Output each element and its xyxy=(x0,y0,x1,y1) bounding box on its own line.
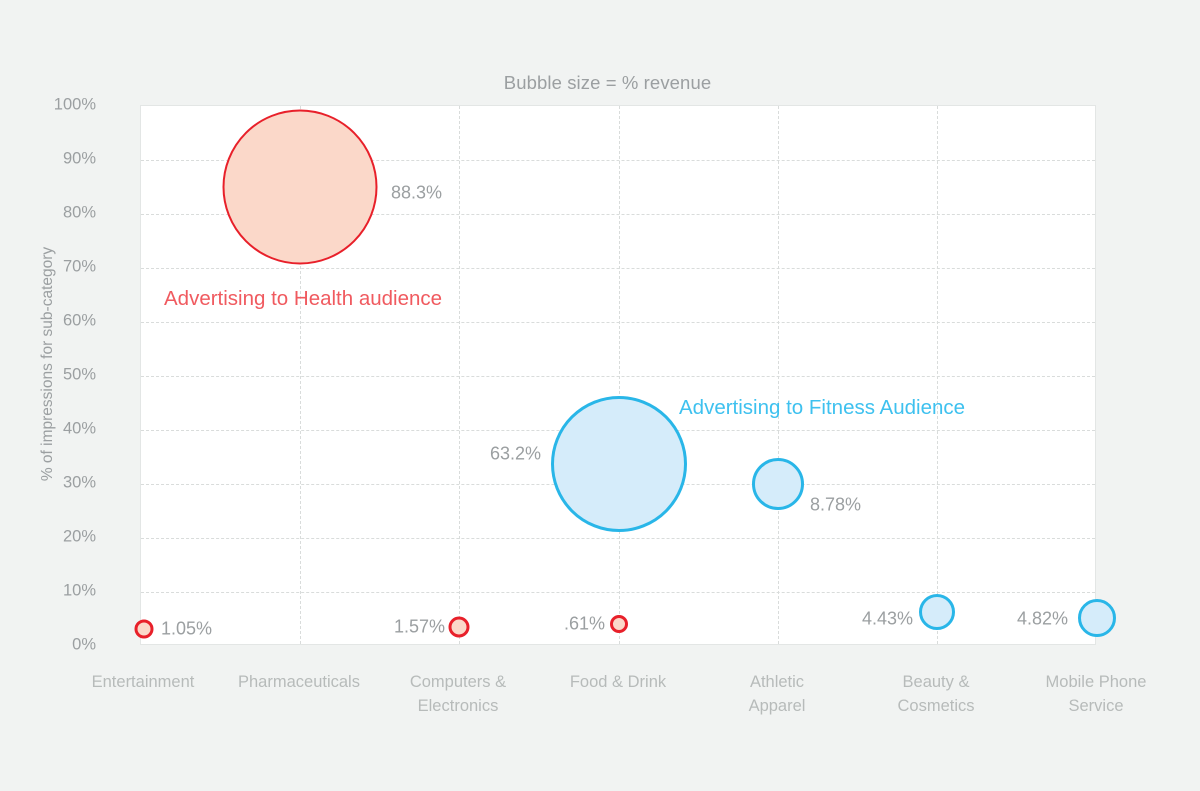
bubble-label-food-drink-small: .61% xyxy=(563,613,605,634)
bubble-athletic-apparel[interactable] xyxy=(752,458,804,510)
gridline-v-computers xyxy=(459,106,460,644)
y-tick-10: 10% xyxy=(62,581,96,600)
y-tick-30: 30% xyxy=(62,473,96,492)
y-tick-50: 50% xyxy=(62,365,96,384)
gridline-h-10 xyxy=(141,592,1095,593)
bubble-computers-electronics[interactable] xyxy=(448,616,470,638)
plot-area: 1.05% 88.3% 1.57% .61% 63.2% 8.78% 4.43%… xyxy=(134,105,1116,645)
y-tick-70: 70% xyxy=(62,257,96,276)
bubble-entertainment[interactable] xyxy=(134,619,154,639)
bubble-beauty-cosmetics[interactable] xyxy=(919,594,955,630)
bubble-label-food-drink-large: 63.2% xyxy=(489,443,541,464)
gridline-h-60 xyxy=(141,322,1095,323)
chart-title: Bubble size = % revenue xyxy=(503,72,712,93)
gridline-h-70 xyxy=(141,268,1095,269)
y-tick-80: 80% xyxy=(62,203,96,222)
bubble-label-entertainment: 1.05% xyxy=(161,618,213,639)
bubble-label-computers-electronics: 1.57% xyxy=(393,616,445,637)
gridline-h-50 xyxy=(141,376,1095,377)
y-tick-100: 100% xyxy=(53,95,96,114)
gridline-v-beauty xyxy=(937,106,938,644)
bubble-chart: Bubble size = % revenue % of impressions… xyxy=(0,0,1200,791)
y-tick-20: 20% xyxy=(62,527,96,546)
annotation-health-audience: Advertising to Health audience xyxy=(164,287,443,310)
y-tick-40: 40% xyxy=(62,419,96,438)
bubble-label-mobile-phone-service: 4.82% xyxy=(1016,608,1068,629)
bubble-food-drink-large[interactable] xyxy=(551,396,687,532)
gridline-v-food xyxy=(619,106,620,644)
bubble-label-beauty-cosmetics: 4.43% xyxy=(861,608,913,629)
x-tick-mobile-phone-service: Mobile Phone Service xyxy=(1001,670,1191,718)
gridline-v-athletic xyxy=(778,106,779,644)
x-tick-mobile-phone-service-line2: Service xyxy=(1068,697,1124,715)
bubble-pharmaceuticals[interactable] xyxy=(222,109,378,265)
y-tick-90: 90% xyxy=(62,149,96,168)
bubble-mobile-phone-service[interactable] xyxy=(1078,599,1116,637)
x-tick-computers-electronics-line2: Electronics xyxy=(417,697,499,715)
bubble-label-athletic-apparel: 8.78% xyxy=(810,494,862,515)
bubble-food-drink-small[interactable] xyxy=(610,615,628,633)
y-tick-60: 60% xyxy=(62,311,96,330)
bubble-label-pharmaceuticals: 88.3% xyxy=(391,182,443,203)
x-tick-mobile-phone-service-line1: Mobile Phone xyxy=(1045,673,1147,691)
gridline-h-20 xyxy=(141,538,1095,539)
annotation-fitness-audience: Advertising to Fitness Audience xyxy=(679,396,966,419)
y-tick-0: 0% xyxy=(72,635,96,654)
